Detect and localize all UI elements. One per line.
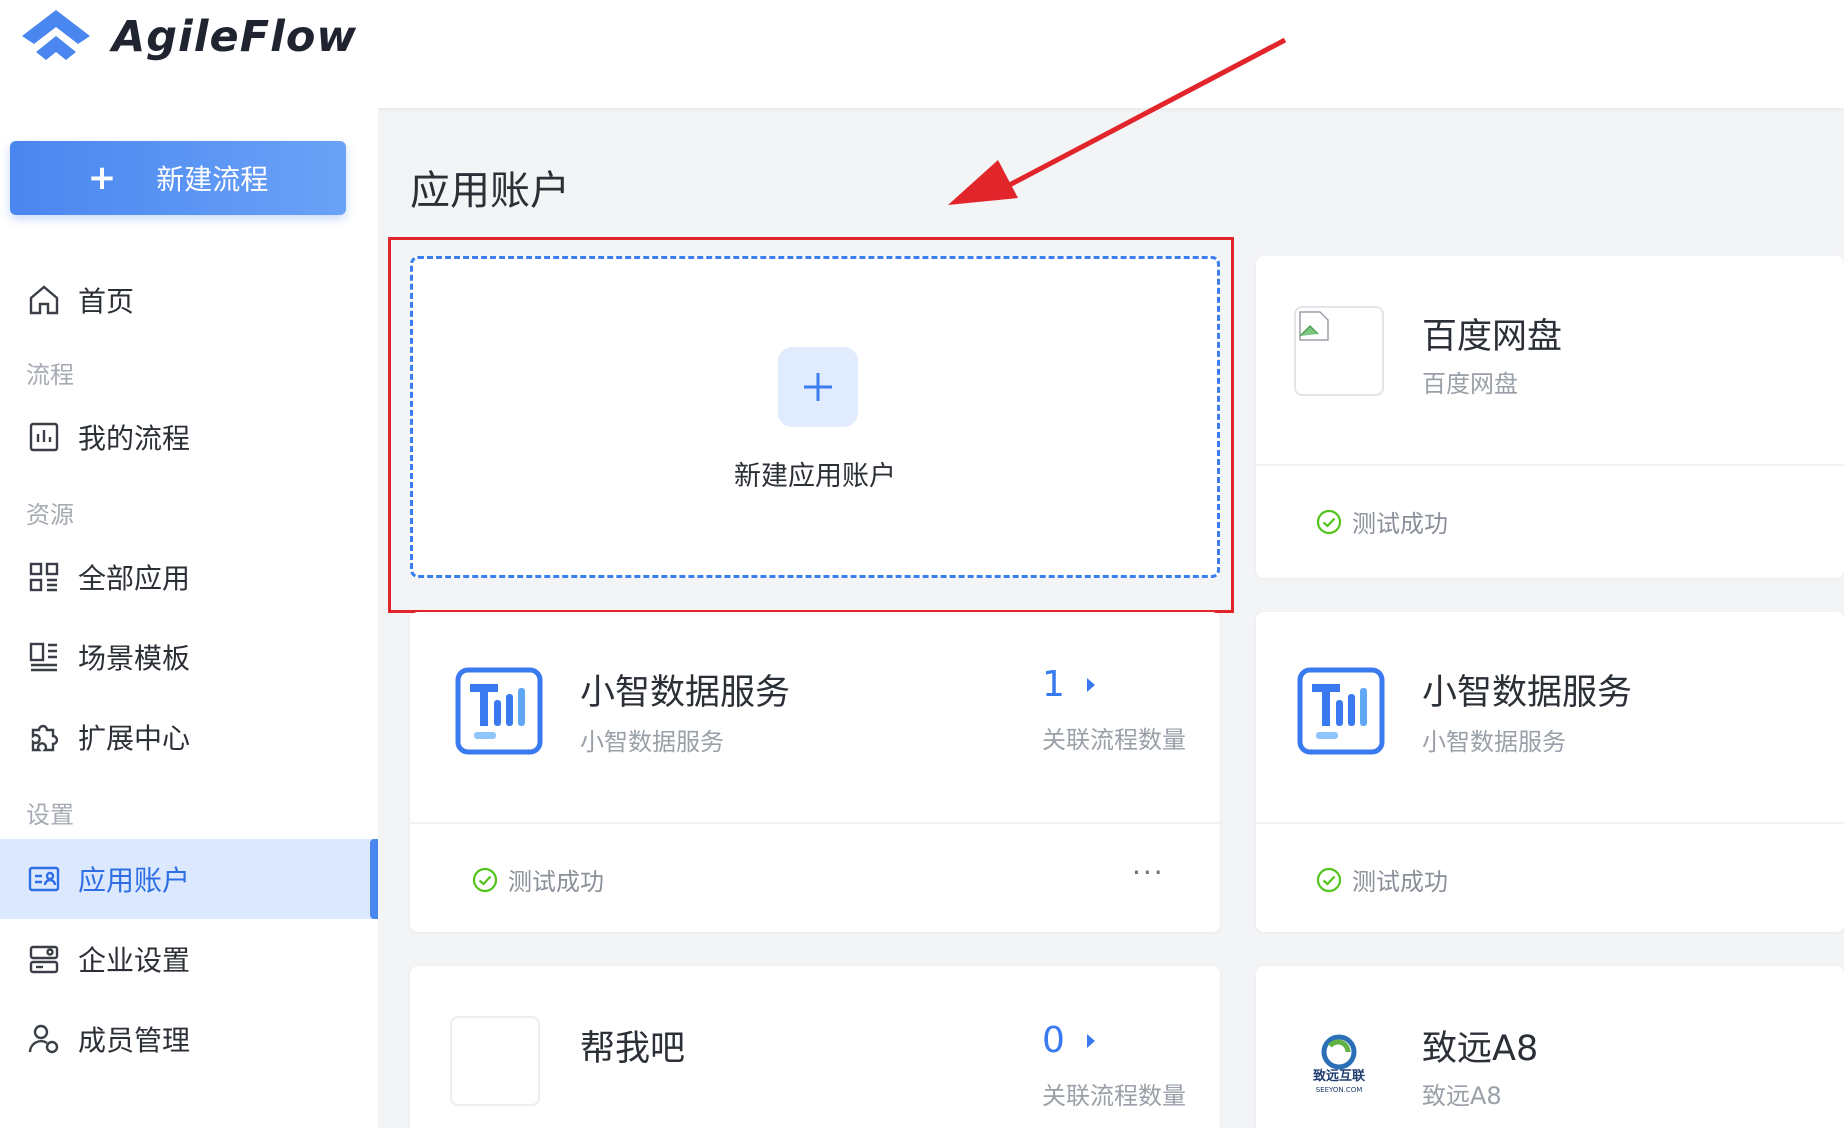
sidebar-item-label: 应用账户 (78, 864, 191, 897)
app-account-card[interactable]: 致远互联 SEEYON.COM 致远A8 致远A8 (1256, 966, 1844, 1128)
app-sub: 小智数据服务 (580, 728, 724, 756)
app-account-card[interactable]: 小智数据服务 小智数据服务 测试成功 (1256, 612, 1844, 932)
new-flow-label: 新建流程 (156, 163, 269, 196)
new-flow-button[interactable]: + 新建流程 (10, 141, 346, 215)
app-name: 小智数据服务 (1422, 673, 1633, 713)
status-text: 测试成功 (508, 868, 604, 896)
app-account-card[interactable]: 小智数据服务 小智数据服务 1 关联流程数量 测试成功 ··· (410, 612, 1220, 932)
divider (1256, 464, 1844, 466)
sidebar-item-extensions[interactable]: 扩展中心 (0, 697, 378, 777)
sidebar-item-my-flows[interactable]: 我的流程 (0, 397, 378, 477)
count-value: 1 (1042, 664, 1065, 705)
page-title: 应用账户 (410, 168, 570, 214)
template-icon (26, 639, 62, 675)
app-sub: 致远A8 (1422, 1082, 1502, 1110)
new-app-account-card[interactable]: 新建应用账户 (410, 256, 1220, 578)
sidebar-item-all-apps[interactable]: 全部应用 (0, 537, 378, 617)
count-label: 关联流程数量 (1042, 726, 1186, 754)
plus-icon: + (87, 158, 117, 198)
xiaozhi-app-icon (454, 666, 544, 756)
brand-name: AgileFlow (112, 12, 358, 62)
sidebar-item-label: 全部应用 (78, 562, 191, 595)
seeyon-logo-text: 致远互联 (1313, 1068, 1365, 1084)
sidebar-item-label: 扩展中心 (78, 722, 191, 755)
xiaozhi-app-icon (1296, 666, 1386, 756)
app-name: 帮我吧 (580, 1029, 686, 1069)
sidebar-item-templates[interactable]: 场景模板 (0, 617, 378, 697)
flow-chart-icon (26, 419, 62, 455)
app-name: 小智数据服务 (580, 673, 791, 713)
count-value: 0 (1042, 1020, 1065, 1061)
app-name: 致远A8 (1422, 1029, 1539, 1069)
divider (1256, 822, 1844, 824)
sidebar: + 新建流程 首页 流程 我的流程 资源 全部应用 场景模板 扩展中心 设置 应… (0, 108, 378, 1128)
seeyon-logo-icon: 致远互联 SEEYON.COM (1294, 1016, 1384, 1106)
account-card-icon (26, 861, 62, 897)
count-label: 关联流程数量 (1042, 1082, 1186, 1110)
app-account-card[interactable]: 帮我吧 0 关联流程数量 (410, 966, 1220, 1128)
app-account-card[interactable]: 百度网盘 百度网盘 测试成功 (1256, 256, 1844, 578)
section-label-resources: 资源 (26, 501, 74, 529)
agileflow-logo-icon (22, 10, 90, 60)
puzzle-icon (26, 719, 62, 755)
divider (410, 822, 1220, 824)
status-text: 测试成功 (1352, 510, 1448, 538)
status-badge: 测试成功 (472, 862, 604, 897)
section-label-flow: 流程 (26, 361, 74, 389)
sidebar-item-label: 首页 (78, 285, 135, 318)
check-circle-icon (1316, 509, 1342, 534)
app-name: 百度网盘 (1422, 317, 1563, 357)
app-placeholder-icon (450, 1016, 540, 1106)
plus-icon (778, 347, 858, 427)
sidebar-item-members[interactable]: 成员管理 (0, 999, 378, 1079)
caret-right-icon (1086, 677, 1095, 692)
brand-logo[interactable]: AgileFlow (18, 6, 357, 68)
annotation-arrow-icon (948, 37, 1287, 205)
more-options-icon[interactable]: ··· (1132, 856, 1165, 889)
sidebar-item-label: 成员管理 (78, 1024, 191, 1057)
sidebar-item-label: 企业设置 (78, 944, 191, 977)
grid-icon (26, 559, 62, 595)
seeyon-logo-subtext: SEEYON.COM (1316, 1086, 1363, 1094)
new-app-account-label: 新建应用账户 (734, 461, 896, 492)
linked-flow-count[interactable]: 1 (1042, 664, 1095, 705)
sidebar-item-enterprise-settings[interactable]: 企业设置 (0, 919, 378, 999)
sidebar-item-app-accounts[interactable]: 应用账户 (0, 839, 378, 919)
status-badge: 测试成功 (1316, 504, 1448, 539)
caret-right-icon (1086, 1033, 1095, 1048)
members-icon (26, 1021, 62, 1057)
status-text: 测试成功 (1352, 868, 1448, 896)
sidebar-item-label: 场景模板 (78, 642, 191, 675)
sidebar-item-home[interactable]: 首页 (0, 260, 378, 340)
linked-flow-count[interactable]: 0 (1042, 1020, 1095, 1061)
status-badge: 测试成功 (1316, 862, 1448, 897)
check-circle-icon (1316, 867, 1342, 892)
check-circle-icon (472, 867, 498, 892)
sidebar-item-label: 我的流程 (78, 422, 191, 455)
home-icon (26, 282, 62, 318)
app-sub: 小智数据服务 (1422, 728, 1566, 756)
app-sub: 百度网盘 (1422, 370, 1518, 398)
section-label-settings: 设置 (26, 801, 74, 829)
enterprise-icon (26, 941, 62, 977)
broken-image-icon (1294, 306, 1384, 396)
top-header: AgileFlow (0, 0, 1844, 108)
